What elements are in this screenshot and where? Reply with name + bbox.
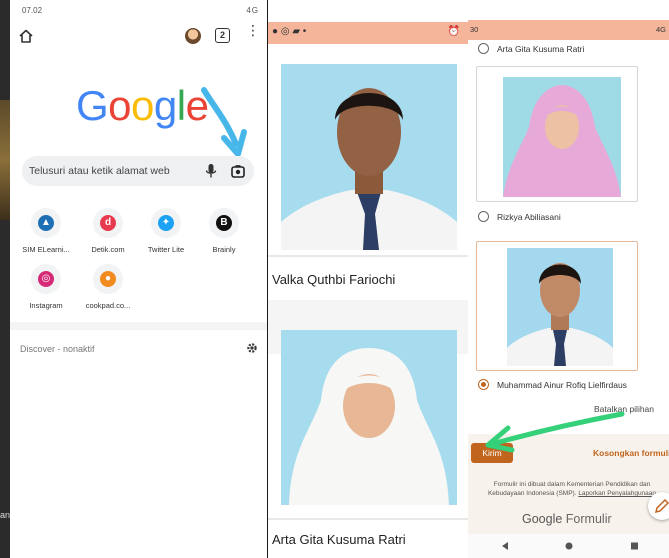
option-image-box bbox=[476, 241, 638, 371]
background-text-fragment: an bbox=[0, 510, 10, 520]
google-lens-icon[interactable] bbox=[231, 164, 245, 178]
background-image-fragment bbox=[0, 100, 10, 220]
google-logo-letter: G bbox=[76, 82, 109, 129]
pencil-icon bbox=[654, 498, 669, 514]
sim-elearning-icon: ▲ bbox=[38, 215, 54, 231]
nav-buttons bbox=[502, 542, 638, 550]
brainly-icon: B bbox=[216, 215, 232, 231]
option-image-box bbox=[476, 66, 638, 202]
notification-icons: ● ◎ ▰ • bbox=[272, 26, 307, 37]
status-bar: ● ◎ ▰ • ⏰ bbox=[268, 22, 468, 44]
shortcut-circle: d bbox=[93, 208, 123, 238]
shortcut-circle: ✦ bbox=[151, 208, 181, 238]
detik-icon: d bbox=[100, 215, 116, 231]
home-icon[interactable] bbox=[18, 28, 34, 44]
status-network: 4G bbox=[655, 25, 666, 34]
chrome-toolbar: 2 ⋮ bbox=[10, 23, 267, 52]
recents-icon[interactable] bbox=[631, 542, 638, 550]
radio-option-2[interactable] bbox=[478, 211, 489, 222]
shortcut-label: cookpad.co... bbox=[85, 301, 131, 310]
brand-google: Google bbox=[522, 512, 563, 526]
google-form-panel: 30 4G Arta Gita Kusuma Ratri Rizkya Abil… bbox=[468, 0, 669, 558]
annotation-arrow-icon bbox=[201, 87, 247, 157]
edit-fab[interactable] bbox=[648, 492, 669, 520]
discover-status-label: Discover - nonaktif bbox=[20, 344, 95, 354]
shortcut-tile[interactable]: ▲ SIM ELearni... bbox=[18, 208, 74, 264]
chrome-new-tab-panel: 07.02 4G 2 ⋮ Google Telusuri atau ketik … bbox=[10, 0, 267, 558]
brand-forms: Formulir bbox=[565, 512, 612, 526]
photo-list-panel: ● ◎ ▰ • ⏰ Valka Quthbi Fariochi Arta Git… bbox=[268, 0, 468, 558]
option-photo-girl bbox=[503, 77, 621, 197]
shortcut-circle: B bbox=[209, 208, 239, 238]
shortcut-label: SIM ELearni... bbox=[22, 245, 70, 254]
status-bar: 07.02 4G bbox=[10, 0, 267, 20]
shortcut-tile[interactable]: B Brainly bbox=[196, 208, 252, 264]
google-logo-letter: o bbox=[131, 82, 154, 129]
radio-option-3-selected[interactable] bbox=[478, 379, 489, 390]
shortcut-label: Twitter Lite bbox=[147, 245, 185, 254]
google-logo-letter: o bbox=[108, 82, 132, 129]
gear-icon[interactable] bbox=[246, 342, 258, 354]
background-app-strip: an bbox=[0, 0, 10, 558]
google-logo: Google bbox=[76, 82, 209, 130]
twitter-icon: ✦ bbox=[158, 215, 174, 231]
status-network: 4G bbox=[246, 6, 259, 15]
tab-switcher-button[interactable]: 2 bbox=[215, 28, 230, 43]
shortcut-tile[interactable]: ◎ Instagram bbox=[18, 264, 74, 320]
search-input[interactable]: Telusuri atau ketik alamat web bbox=[22, 156, 254, 186]
option-label: Arta Gita Kusuma Ratri bbox=[497, 44, 585, 54]
shortcut-tile[interactable]: ● cookpad.co... bbox=[80, 264, 136, 320]
radio-option-1[interactable] bbox=[478, 43, 489, 54]
report-abuse-link[interactable]: Laporkan Penyalahgunaan bbox=[578, 490, 656, 497]
shortcut-circle: ▲ bbox=[31, 208, 61, 238]
google-logo-letter: g bbox=[153, 82, 177, 129]
account-avatar[interactable] bbox=[185, 28, 201, 44]
student-photo-girl bbox=[281, 330, 457, 505]
divider bbox=[268, 255, 468, 257]
divider bbox=[10, 322, 267, 330]
alarm-icon: ⏰ bbox=[447, 26, 460, 37]
instagram-icon: ◎ bbox=[38, 271, 54, 287]
option-label: Muhammad Ainur Rofiq Lielfirdaus bbox=[497, 380, 627, 390]
shortcut-circle: ◎ bbox=[31, 264, 61, 294]
search-placeholder: Telusuri atau ketik alamat web bbox=[29, 165, 170, 177]
shortcut-tile[interactable]: ✦ Twitter Lite bbox=[138, 208, 194, 264]
cookpad-icon: ● bbox=[100, 271, 116, 287]
divider bbox=[268, 518, 468, 520]
form-disclaimer: Formulir ini dibuat dalam Kementerian Pe… bbox=[474, 480, 669, 498]
back-icon[interactable] bbox=[502, 542, 508, 550]
status-time: 30 bbox=[470, 25, 479, 34]
option-label: Rizkya Abiliasani bbox=[497, 212, 561, 222]
shortcut-tile[interactable]: d Detik.com bbox=[80, 208, 136, 264]
shortcut-circle: ● bbox=[93, 264, 123, 294]
option-photo-boy bbox=[507, 248, 613, 366]
student-name: Arta Gita Kusuma Ratri bbox=[272, 532, 406, 547]
home-nav-icon[interactable] bbox=[565, 542, 573, 550]
microphone-icon[interactable] bbox=[204, 163, 218, 179]
more-menu-icon[interactable]: ⋮ bbox=[246, 23, 260, 45]
status-time: 07.02 bbox=[22, 6, 43, 15]
annotation-arrow-icon bbox=[485, 411, 625, 453]
shortcut-label: Detik.com bbox=[91, 245, 125, 254]
android-nav-bar bbox=[468, 534, 669, 558]
shortcut-label: Instagram bbox=[29, 301, 63, 310]
student-name: Valka Quthbi Fariochi bbox=[272, 272, 396, 287]
student-photo-boy bbox=[281, 64, 457, 250]
disclaimer-line-2: Kebudayaan Indonesia (SMP). bbox=[487, 490, 577, 497]
google-forms-logo: Google Formulir bbox=[522, 512, 612, 526]
shortcut-label: Brainly bbox=[212, 245, 236, 254]
disclaimer-line-1: Formulir ini dibuat dalam Kementerian Pe… bbox=[493, 481, 651, 488]
status-bar: 30 4G bbox=[468, 20, 669, 40]
google-logo-letter: l bbox=[176, 82, 186, 129]
